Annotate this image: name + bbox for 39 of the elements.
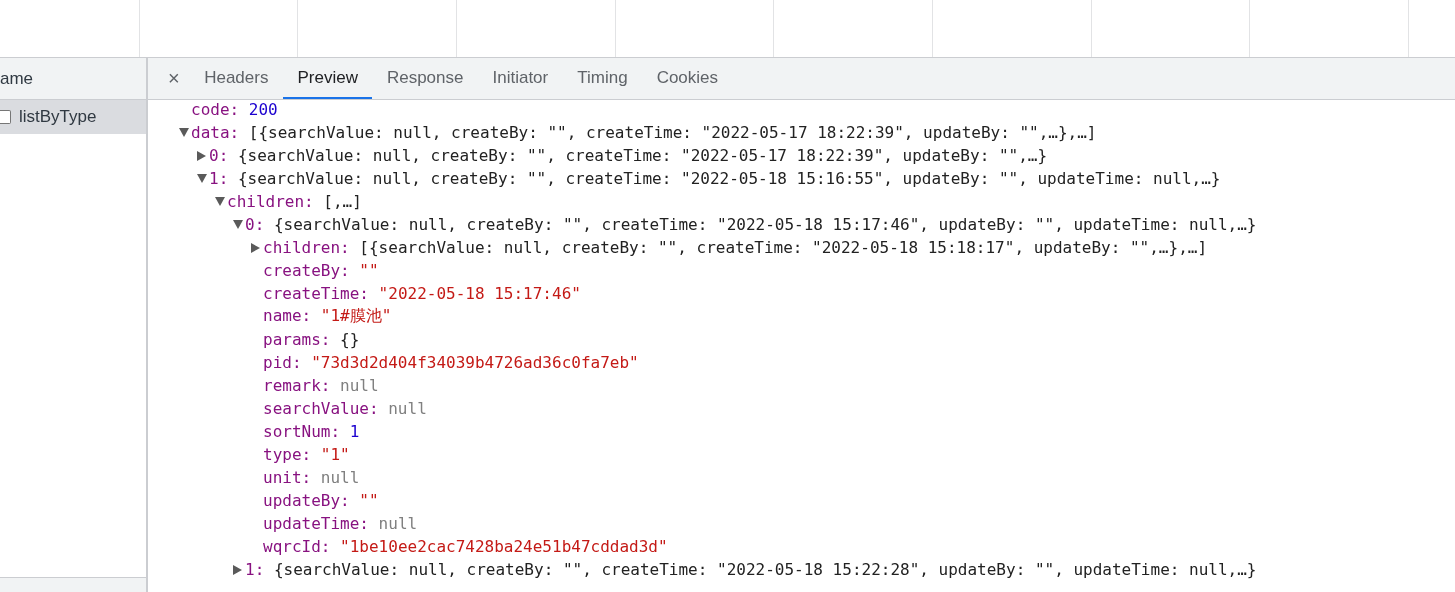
expand-triangle-icon[interactable] (197, 150, 206, 161)
collapse-triangle-icon[interactable] (196, 174, 207, 183)
property-line: remark: null (263, 376, 379, 395)
property-line: pid: "73d3d2d404f34039b4726ad36c0fa7eb" (263, 353, 639, 372)
property-line: type: "1" (263, 445, 350, 464)
property-line: children: [{searchValue: null, createBy: "", createTime: "2022-05-18 15:18:17", updateBy: "",…},…] (263, 238, 1208, 257)
property-line: updateBy: "" (263, 491, 379, 510)
tab[interactable]: Preview (282, 58, 373, 99)
tab[interactable]: Timing (562, 58, 643, 99)
property-line: wqrcId: "1be10ee2cac7428ba24e51b47cddad3d" (263, 537, 668, 556)
checkbox[interactable] (0, 110, 11, 124)
request-name: listByType (19, 107, 97, 127)
property-line: name: "1#膜池" (263, 306, 392, 327)
expand-triangle-icon[interactable] (251, 242, 260, 253)
property-line: searchValue: null (263, 399, 427, 418)
tab[interactable]: Headers (189, 58, 283, 99)
tab[interactable]: Response (372, 58, 478, 99)
collapse-triangle-icon[interactable] (178, 128, 189, 137)
property-line: 1: {searchValue: null, createBy: "", createTime: "2022-05-18 15:22:28", updateBy: "", updateTime: null,…} (245, 560, 1257, 579)
property-line: createTime: "2022-05-18 15:17:46" (263, 284, 581, 303)
property-line: unit: null (263, 468, 360, 487)
property-line: params: {} (263, 330, 360, 349)
collapse-triangle-icon[interactable] (214, 197, 225, 206)
collapse-triangle-icon[interactable] (232, 220, 243, 229)
property-line: code: 200 (191, 100, 278, 119)
property-line: 0: {searchValue: null, createBy: "", createTime: "2022-05-17 18:22:39", updateBy: "",…} (209, 146, 1048, 165)
request-row[interactable]: listByType (0, 100, 146, 134)
property-line: createBy: "" (263, 261, 379, 280)
tab[interactable]: Initiator (478, 58, 563, 99)
column-header[interactable]: ame (0, 68, 34, 89)
tab[interactable]: Cookies (642, 58, 733, 99)
property-line: data: [{searchValue: null, createBy: "", createTime: "2022-05-17 18:22:39", updateBy: "",…},…] (191, 123, 1097, 142)
property-line: sortNum: 1 (263, 422, 360, 441)
expand-triangle-icon[interactable] (233, 564, 242, 575)
property-line: 1: {searchValue: null, createBy: "", createTime: "2022-05-18 15:16:55", updateBy: "", updateTime: null,…} (209, 169, 1221, 188)
property-line: 0: {searchValue: null, createBy: "", createTime: "2022-05-18 15:17:46", updateBy: "", updateTime: null,…} (245, 215, 1257, 234)
property-line: updateTime: null (263, 514, 418, 533)
property-line: children: [,…] (227, 192, 362, 211)
close-button[interactable]: × (158, 58, 190, 99)
